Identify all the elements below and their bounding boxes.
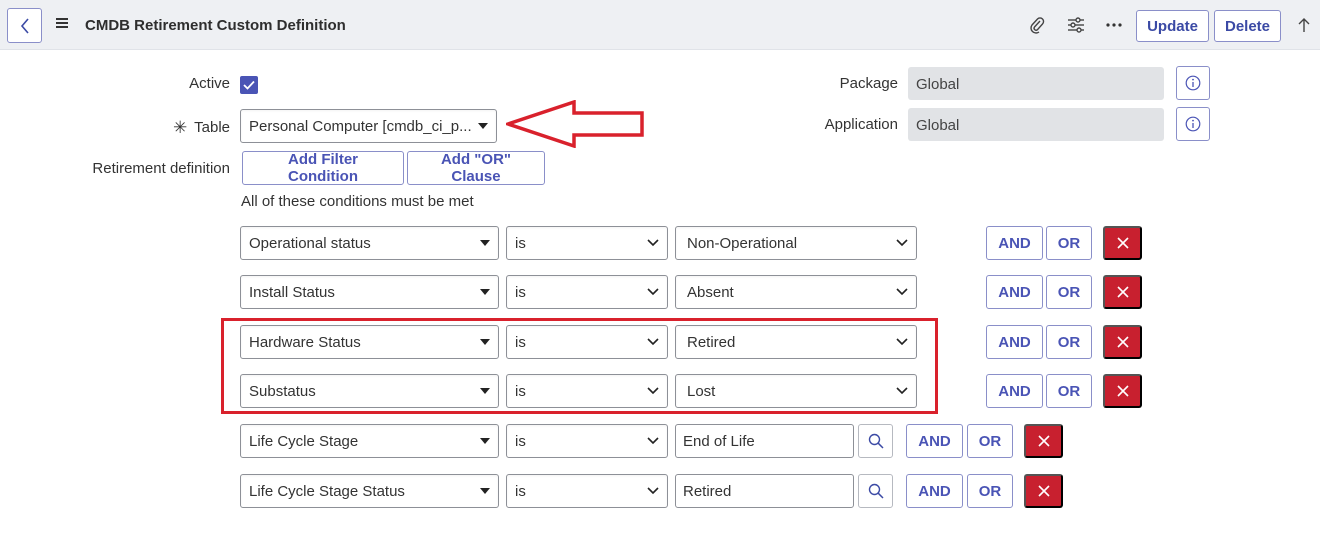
condition-value-select[interactable]: Non-Operational — [675, 226, 917, 260]
check-icon — [243, 80, 255, 90]
annotation-highlight-box — [221, 318, 938, 414]
dropdown-caret-icon — [480, 289, 490, 295]
close-icon — [1116, 286, 1129, 298]
and-button[interactable]: AND — [986, 226, 1043, 260]
and-button[interactable]: AND — [906, 474, 963, 508]
dropdown-caret-icon — [480, 488, 490, 494]
chevron-down-icon — [896, 239, 908, 247]
table-select-value: Personal Computer [cmdb_ci_p... — [249, 117, 472, 135]
lookup-button[interactable] — [858, 474, 893, 508]
delete-condition-button[interactable] — [1103, 275, 1142, 309]
search-icon — [868, 433, 884, 449]
close-icon — [1116, 237, 1129, 249]
annotation-arrow — [506, 100, 644, 148]
or-button[interactable]: OR — [1046, 374, 1092, 408]
condition-value-input[interactable]: Retired — [675, 474, 854, 508]
chevron-down-icon — [896, 288, 908, 296]
lookup-button[interactable] — [858, 424, 893, 458]
conditions-note: All of these conditions must be met — [241, 193, 474, 210]
delete-condition-button[interactable] — [1103, 325, 1142, 359]
chevron-down-icon — [647, 487, 659, 495]
application-field: Global — [908, 108, 1164, 141]
application-label: Application — [824, 116, 898, 133]
close-icon — [1116, 336, 1129, 348]
required-icon: ✳ — [173, 118, 188, 137]
active-label: Active — [189, 75, 230, 92]
close-icon — [1037, 435, 1050, 447]
chevron-down-icon — [647, 239, 659, 247]
and-button[interactable]: AND — [986, 275, 1043, 309]
dropdown-caret-icon — [480, 240, 490, 246]
table-select[interactable]: Personal Computer [cmdb_ci_p... — [240, 109, 497, 143]
delete-condition-button[interactable] — [1024, 474, 1063, 508]
dropdown-caret-icon — [480, 438, 490, 444]
menu-icon[interactable] — [56, 18, 68, 28]
page-title: CMDB Retirement Custom Definition — [85, 17, 346, 34]
retirement-definition-label: Retirement definition — [92, 160, 230, 177]
package-label: Package — [839, 75, 898, 92]
dropdown-caret-icon — [478, 123, 488, 129]
info-icon — [1185, 116, 1201, 132]
close-icon — [1037, 485, 1050, 497]
search-icon — [868, 483, 884, 499]
condition-value-select[interactable]: Absent — [675, 275, 917, 309]
chevron-down-icon — [647, 437, 659, 445]
paperclip-icon[interactable] — [1027, 15, 1047, 35]
condition-field-select[interactable]: Life Cycle Stage — [240, 424, 499, 458]
condition-operator-select[interactable]: is — [506, 275, 668, 309]
add-or-clause-button[interactable]: Add "OR" Clause — [407, 151, 545, 185]
condition-field-select[interactable]: Operational status — [240, 226, 499, 260]
condition-operator-select[interactable]: is — [506, 226, 668, 260]
or-button[interactable]: OR — [1046, 275, 1092, 309]
delete-button[interactable]: Delete — [1214, 10, 1281, 42]
condition-operator-select[interactable]: is — [506, 424, 668, 458]
close-icon — [1116, 385, 1129, 397]
delete-condition-button[interactable] — [1024, 424, 1063, 458]
or-button[interactable]: OR — [1046, 325, 1092, 359]
info-icon — [1185, 75, 1201, 91]
and-button[interactable]: AND — [986, 374, 1043, 408]
package-field: Global — [908, 67, 1164, 100]
and-button[interactable]: AND — [906, 424, 963, 458]
settings-sliders-icon[interactable] — [1066, 15, 1086, 35]
form-header: CMDB Retirement Custom Definition Update… — [0, 0, 1320, 50]
back-button[interactable] — [7, 8, 42, 43]
delete-condition-button[interactable] — [1103, 226, 1142, 260]
more-icon[interactable] — [1104, 15, 1124, 35]
or-button[interactable]: OR — [967, 474, 1013, 508]
package-info-button[interactable] — [1176, 66, 1210, 100]
delete-condition-button[interactable] — [1103, 374, 1142, 408]
condition-value-input[interactable]: End of Life — [675, 424, 854, 458]
condition-field-select[interactable]: Life Cycle Stage Status — [240, 474, 499, 508]
active-checkbox[interactable] — [240, 76, 258, 94]
or-button[interactable]: OR — [1046, 226, 1092, 260]
back-icon — [20, 17, 29, 34]
table-label: Table — [194, 119, 230, 136]
or-button[interactable]: OR — [967, 424, 1013, 458]
add-filter-condition-button[interactable]: Add Filter Condition — [242, 151, 404, 185]
and-button[interactable]: AND — [986, 325, 1043, 359]
chevron-down-icon — [647, 288, 659, 296]
update-button[interactable]: Update — [1136, 10, 1209, 42]
condition-field-select[interactable]: Install Status — [240, 275, 499, 309]
application-info-button[interactable] — [1176, 107, 1210, 141]
scroll-up-icon[interactable] — [1294, 15, 1314, 35]
condition-operator-select[interactable]: is — [506, 474, 668, 508]
